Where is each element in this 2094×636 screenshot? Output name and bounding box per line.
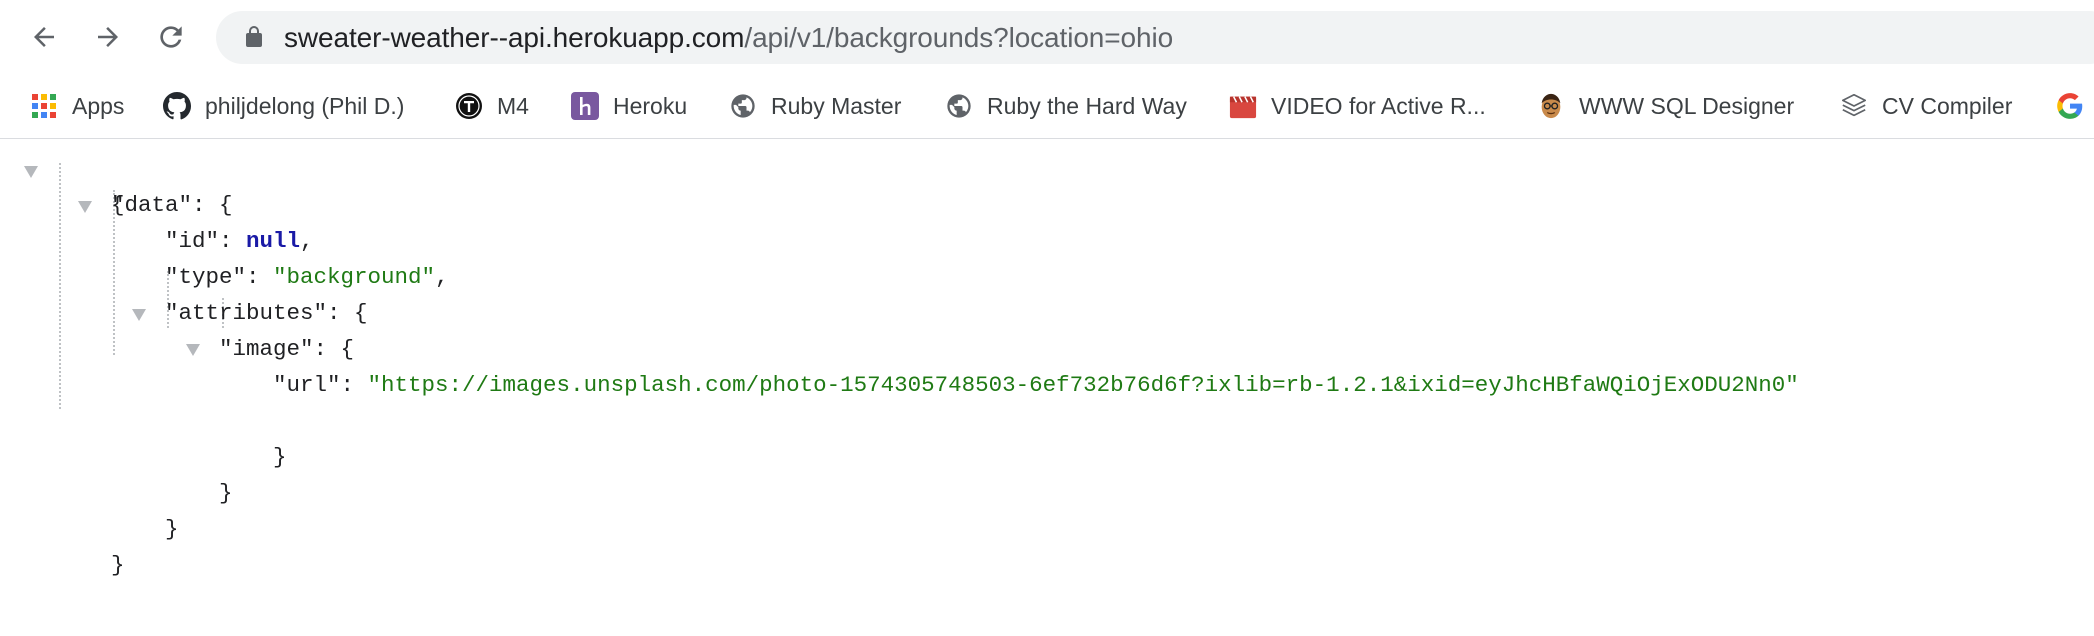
json-line: } (165, 439, 233, 506)
bookmark-label: M4 (497, 92, 529, 119)
apps-grid-icon (30, 92, 58, 120)
bookmark-label: VIDEO for Active R... (1271, 92, 1486, 119)
reload-button[interactable] (151, 17, 191, 57)
google-icon (2056, 92, 2084, 120)
json-key: "attributes" (165, 300, 328, 326)
json-key: "url" (273, 372, 341, 398)
json-line: } (219, 403, 287, 470)
video-icon (1229, 92, 1257, 120)
globe-icon (729, 92, 757, 120)
json-colon: : (327, 300, 355, 326)
json-null-value: null (246, 228, 301, 254)
forward-arrow-icon (98, 27, 118, 47)
turing-icon (455, 92, 483, 120)
json-key: "type" (165, 264, 247, 290)
json-colon: : (219, 228, 247, 254)
json-brace: } (219, 480, 233, 506)
json-line: "id": null, (165, 223, 314, 259)
json-brace: { (354, 300, 368, 326)
json-line: "type": "background", (165, 259, 449, 295)
bookmark-www-sql-designer[interactable]: WWW SQL Designer (1537, 86, 1794, 126)
heroku-icon (571, 92, 599, 120)
bookmark-google[interactable] (2056, 86, 2094, 126)
json-key: "id" (165, 228, 220, 254)
json-line: "attributes": { (165, 295, 368, 331)
bookmark-heroku[interactable]: Heroku (571, 86, 687, 126)
browser-toolbar: sweater-weather--api.herokuapp.com/api/v… (0, 0, 2094, 74)
layers-icon (1840, 92, 1868, 120)
json-line: } (111, 475, 179, 542)
json-brace: } (111, 552, 125, 578)
bookmark-label: philjdelong (Phil D.) (205, 92, 405, 119)
json-key: "image" (219, 336, 314, 362)
collapse-toggle-icon[interactable] (186, 344, 200, 356)
json-line: "data": { (111, 187, 233, 223)
json-brace: { (219, 192, 233, 218)
bookmark-label: Ruby Master (771, 92, 902, 119)
bookmark-github[interactable]: philjdelong (Phil D.) (163, 86, 404, 126)
bookmark-m4[interactable]: M4 (455, 86, 529, 126)
json-comma: , (300, 228, 314, 254)
json-line: { (57, 151, 125, 218)
json-line: } (57, 511, 125, 578)
bookmark-ruby-hard-way[interactable]: Ruby the Hard Way (945, 86, 1187, 126)
json-url-value[interactable]: "https://images.unsplash.com/photo-15743… (368, 372, 1799, 398)
url-path: /api/v1/backgrounds?location=ohio (744, 22, 1174, 53)
github-icon (163, 92, 191, 120)
json-colon: : (246, 264, 274, 290)
json-viewer: { "data": { "id": null, "type": "backgro… (0, 139, 2094, 636)
json-brace: { (340, 336, 355, 362)
json-brace: } (165, 516, 179, 542)
back-button[interactable] (24, 17, 64, 57)
bookmark-label: CV Compiler (1882, 92, 2013, 119)
json-colon: : (340, 372, 368, 398)
back-arrow-icon (34, 27, 54, 47)
bookmark-label: WWW SQL Designer (1579, 92, 1795, 119)
url-text[interactable]: sweater-weather--api.herokuapp.com/api/v… (284, 24, 1173, 52)
url-host: sweater-weather--api.herokuapp.com (284, 22, 745, 53)
avatar-icon (1537, 92, 1565, 120)
bookmark-ruby-master[interactable]: Ruby Master (729, 86, 901, 126)
json-colon: : (313, 336, 341, 362)
reload-icon (160, 26, 182, 48)
bookmark-video-active-record[interactable]: VIDEO for Active R... (1229, 86, 1486, 126)
json-string-value: "background" (273, 264, 436, 290)
collapse-toggle-icon[interactable] (132, 309, 146, 321)
globe-icon (945, 92, 973, 120)
json-brace: } (273, 444, 287, 470)
forward-button[interactable] (88, 17, 128, 57)
json-line: "url": "https://images.unsplash.com/phot… (273, 367, 1799, 403)
bookmarks-bar: Apps philjdelong (Phil D.) M4 Heroku Rub… (0, 74, 2094, 139)
bookmark-label: Heroku (613, 92, 688, 119)
address-bar[interactable]: sweater-weather--api.herokuapp.com/api/v… (216, 11, 2094, 64)
collapse-toggle-icon[interactable] (24, 166, 38, 178)
bookmark-apps[interactable]: Apps (30, 86, 124, 126)
json-colon: : (192, 192, 220, 218)
bookmark-label: Ruby the Hard Way (987, 92, 1187, 119)
json-key: "data" (111, 192, 193, 218)
lock-icon (246, 26, 262, 47)
bookmark-label: Apps (72, 92, 125, 119)
json-line: "image": { (219, 331, 354, 367)
json-comma: , (435, 264, 449, 290)
bookmark-cv-compiler[interactable]: CV Compiler (1840, 86, 2012, 126)
